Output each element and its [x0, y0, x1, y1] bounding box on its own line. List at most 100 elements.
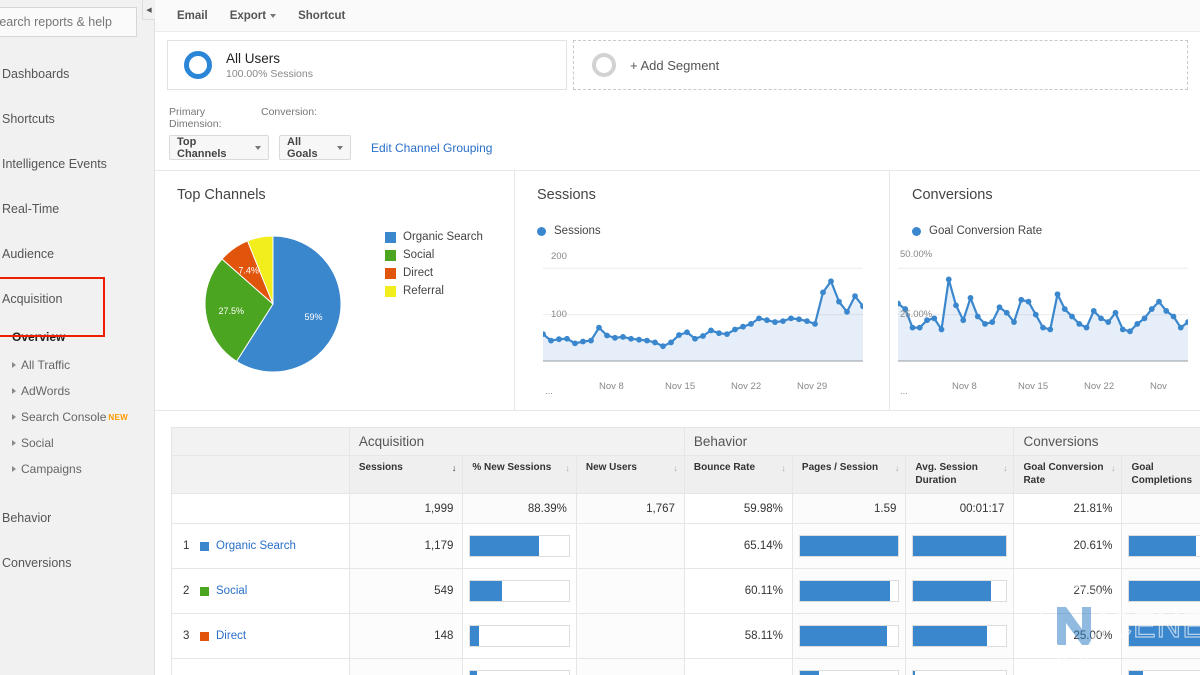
sort-arrow-icon: ↓: [895, 463, 900, 474]
sidebar-item-acquisition[interactable]: Acquisition: [0, 277, 155, 322]
sidebar-item-behavior[interactable]: Behavior: [0, 496, 155, 541]
sessions-panel: Sessions Sessions 200 100 ... Nov 8 Nov …: [515, 171, 890, 410]
sidebar-item-intelligence-events[interactable]: Intelligence Events: [0, 142, 155, 187]
column-label: Pages / Session: [802, 462, 878, 473]
column-header-bounce-rate[interactable]: Bounce Rate ↓: [684, 456, 792, 494]
sidebar-item-campaigns[interactable]: Campaigns: [0, 456, 155, 482]
legend-item[interactable]: Social: [385, 249, 483, 261]
sidebar-item-all-traffic[interactable]: All Traffic: [0, 352, 155, 378]
sidebar-item-label: Acquisition: [2, 293, 62, 306]
column-header-pct-new-sessions[interactable]: % New Sessions ↓: [463, 456, 576, 494]
column-header-goal-conversion-rate[interactable]: Goal Conversion Rate ↓: [1014, 456, 1122, 494]
y-tick-label: 25.00%: [900, 309, 932, 320]
sessions-line-chart: [543, 251, 863, 381]
legend-item[interactable]: Organic Search: [385, 231, 483, 243]
sidebar-item-real-time[interactable]: Real-Time: [0, 187, 155, 232]
channel-name-link[interactable]: Direct: [216, 630, 246, 642]
conversions-legend[interactable]: Goal Conversion Rate: [912, 225, 1200, 237]
sidebar-item-search-console[interactable]: Search Console NEW: [0, 404, 155, 430]
sidebar-item-social[interactable]: Social: [0, 430, 155, 456]
bar-fill: [470, 671, 477, 675]
bar-track: [799, 670, 899, 675]
primary-dimension-label: Primary Dimension:: [169, 106, 241, 130]
dimension-bar: Primary Dimension: Conversion: Top Chann…: [155, 96, 1200, 171]
bar-fill: [913, 626, 987, 646]
new-users-cell: [576, 524, 684, 569]
email-button[interactable]: Email: [177, 10, 208, 22]
x-tick-label: ...: [900, 386, 908, 397]
shortcut-button[interactable]: Shortcut: [298, 10, 345, 22]
table-column-header-row: Sessions ↓ % New Sessions ↓ New Users ↓: [172, 456, 1200, 494]
primary-nav: Dashboards Shortcuts Intelligence Events…: [0, 52, 155, 586]
bar-cell: [463, 524, 576, 569]
legend-label: Referral: [403, 285, 444, 297]
channel-cell[interactable]: 4 Referral: [172, 659, 350, 675]
export-button[interactable]: Export: [230, 10, 276, 22]
sidebar-item-shortcuts[interactable]: Shortcuts: [0, 97, 155, 142]
channel-cell[interactable]: 2 Social: [172, 569, 350, 614]
sidebar-item-label: Audience: [2, 248, 54, 261]
column-header-sessions[interactable]: Sessions ↓: [349, 456, 462, 494]
sidebar-item-conversions[interactable]: Conversions: [0, 541, 155, 586]
y-tick-label: 50.00%: [900, 249, 932, 260]
conversion-label: Conversion:: [261, 106, 351, 130]
conversion-value: All Goals: [287, 136, 325, 160]
totals-label-cell: [172, 494, 350, 524]
column-header-pages-per-session[interactable]: Pages / Session ↓: [792, 456, 905, 494]
charts-row: Top Channels 59%27.5%7.4% Organic Search…: [155, 171, 1200, 411]
row-rank: 3: [183, 630, 193, 642]
edit-channel-grouping-link[interactable]: Edit Channel Grouping: [371, 141, 492, 155]
channel-name-link[interactable]: Organic Search: [216, 540, 296, 552]
bar-fill: [470, 581, 502, 601]
sidebar-collapse-icon[interactable]: ◀: [142, 0, 156, 20]
x-tick-label: Nov 8: [599, 381, 624, 392]
bar-fill: [1129, 626, 1200, 646]
bounce-rate-cell: 60.11%: [684, 569, 792, 614]
sidebar-item-adwords[interactable]: AdWords: [0, 378, 155, 404]
add-segment-button[interactable]: + Add Segment: [573, 40, 1188, 90]
group-header-acquisition: Acquisition: [349, 428, 684, 456]
column-header-new-users[interactable]: New Users ↓: [576, 456, 684, 494]
segment-subtitle: 100.00% Sessions: [226, 68, 313, 80]
bar-track: [1128, 580, 1200, 602]
donut-icon: [184, 51, 212, 79]
bounce-rate-cell: 12.20%: [684, 659, 792, 675]
sidebar-subitem-label: AdWords: [21, 384, 70, 398]
table-row[interactable]: 3 Direct 148 58.11% 25.00%: [172, 614, 1200, 659]
goal-conversion-rate-cell: 4.07%: [1014, 659, 1122, 675]
bar-track: [1128, 670, 1200, 675]
column-label: Bounce Rate: [694, 462, 755, 473]
channel-cell[interactable]: 3 Direct: [172, 614, 350, 659]
group-header-behavior: Behavior: [684, 428, 1014, 456]
legend-item[interactable]: Direct: [385, 267, 483, 279]
column-label: Goal Completions: [1131, 462, 1192, 486]
bar-cell: [906, 614, 1014, 659]
channel-cell[interactable]: 1 Organic Search: [172, 524, 350, 569]
column-header-avg-session-duration[interactable]: Avg. Session Duration ↓: [906, 456, 1014, 494]
table-row[interactable]: 2 Social 549 60.11% 27.50%: [172, 569, 1200, 614]
sort-arrow-icon: ↓: [1003, 463, 1008, 474]
column-header-goal-completions[interactable]: Goal Completions ↓: [1122, 456, 1200, 494]
segment-all-users[interactable]: All Users 100.00% Sessions: [167, 40, 567, 90]
bar-cell: [906, 659, 1014, 675]
conversion-select[interactable]: All Goals: [279, 135, 351, 160]
bar-cell: [1122, 659, 1200, 675]
sidebar-item-dashboards[interactable]: Dashboards: [0, 52, 155, 97]
export-label: Export: [230, 10, 266, 22]
left-sidebar: Dashboards Shortcuts Intelligence Events…: [0, 0, 155, 675]
sidebar-item-audience[interactable]: Audience: [0, 232, 155, 277]
channel-name-link[interactable]: Social: [216, 585, 247, 597]
legend-item[interactable]: Referral: [385, 285, 483, 297]
sidebar-item-overview[interactable]: Overview: [0, 322, 155, 352]
legend-label: Social: [403, 249, 434, 261]
table-row[interactable]: 4 Referral 123 12.20% 4.07%: [172, 659, 1200, 675]
table-row[interactable]: 1 Organic Search 1,179 65.14% 20.61%: [172, 524, 1200, 569]
x-tick-label: Nov 29: [797, 381, 827, 392]
sort-arrow-icon: ↓: [673, 463, 678, 474]
legend-dot-icon: [537, 227, 546, 236]
sidebar-subitem-label: All Traffic: [21, 358, 70, 372]
primary-dimension-select[interactable]: Top Channels: [169, 135, 269, 160]
column-label: Sessions: [359, 462, 403, 473]
search-input[interactable]: [0, 7, 137, 37]
sessions-legend[interactable]: Sessions: [537, 225, 889, 237]
